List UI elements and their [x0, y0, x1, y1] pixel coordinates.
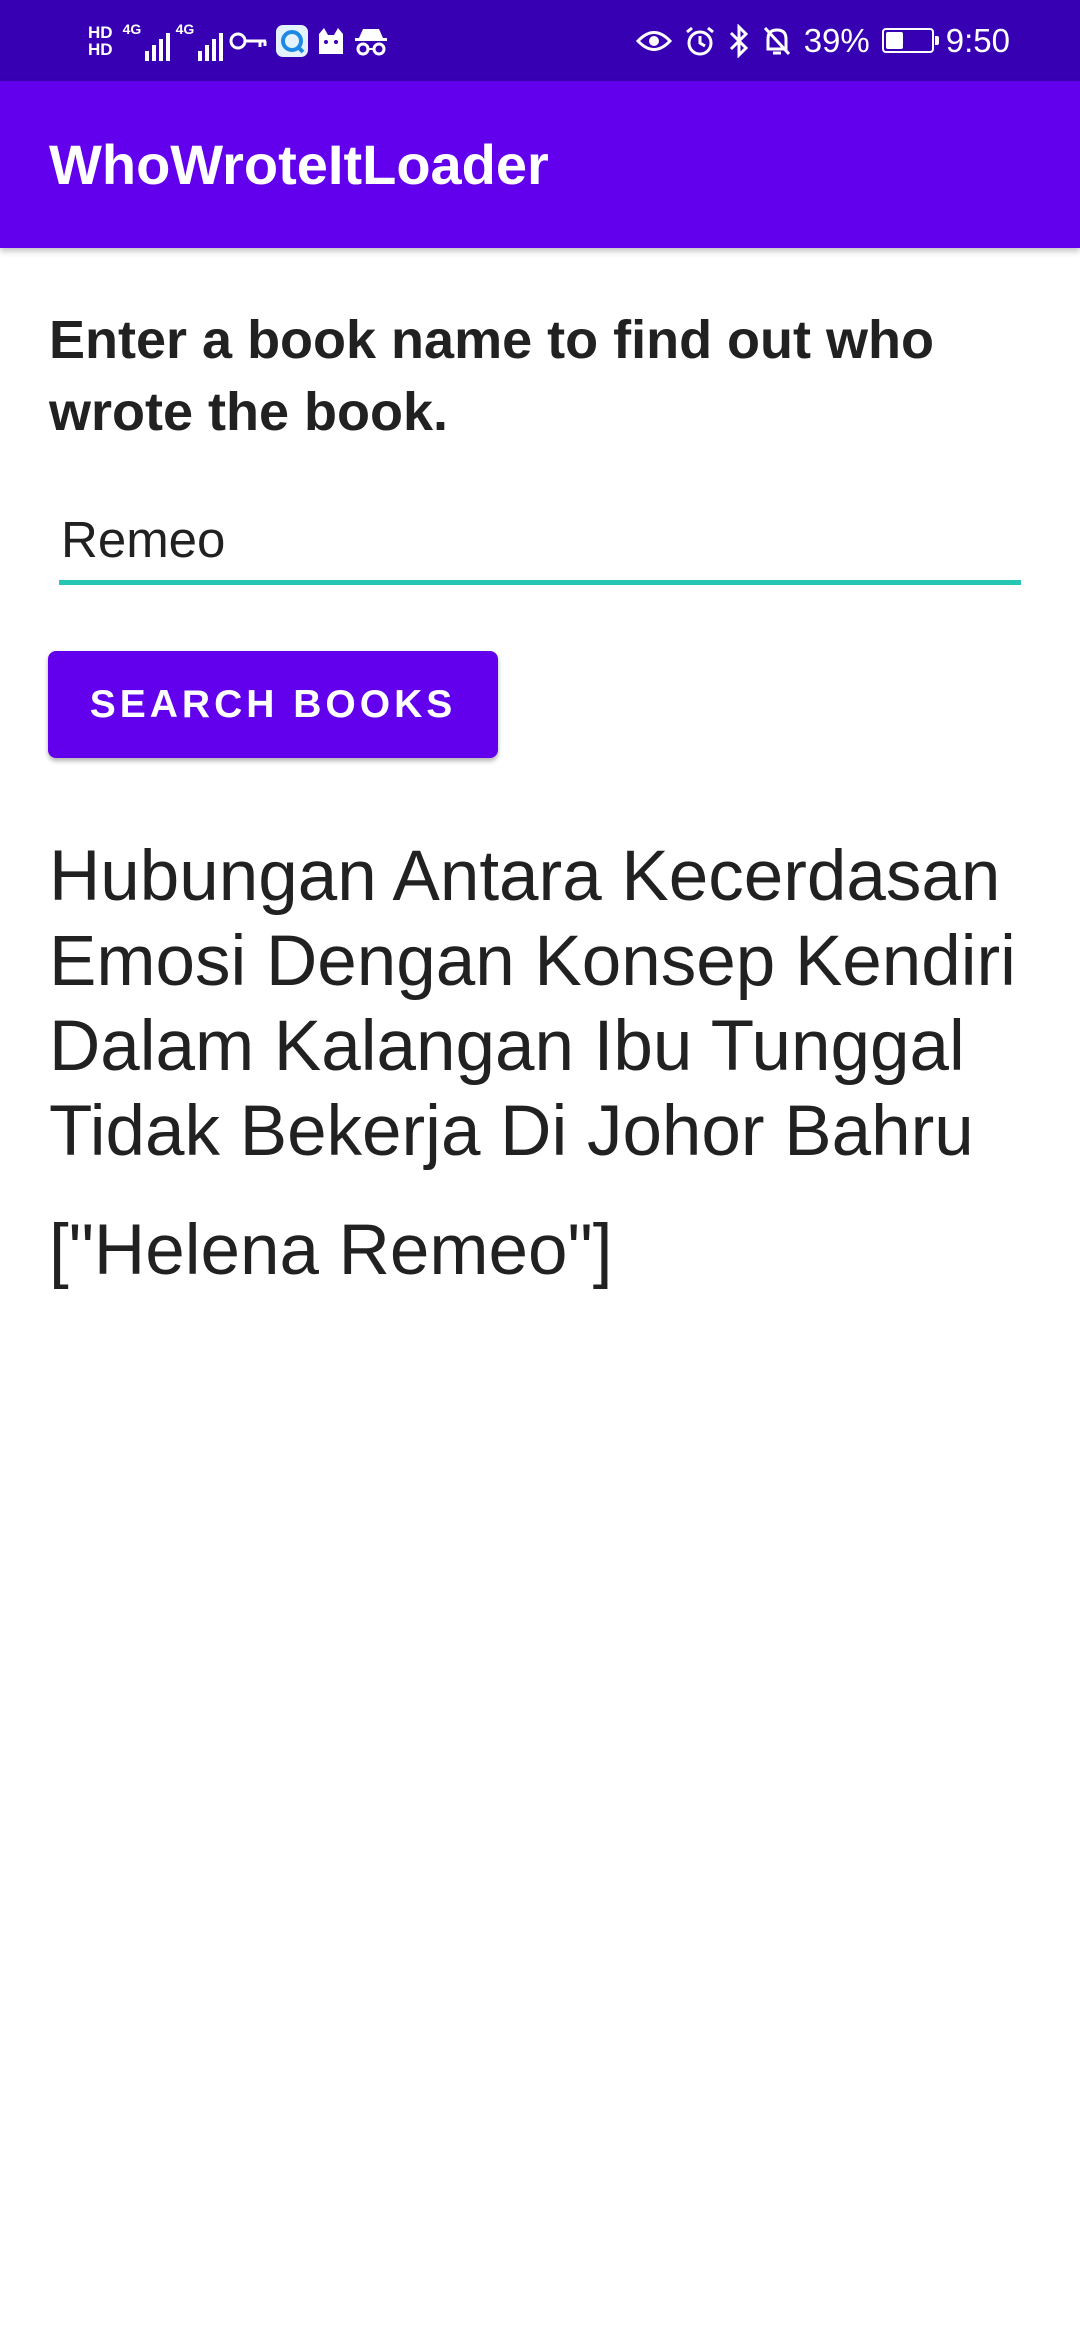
- clock-time: 9:50: [945, 21, 1010, 59]
- bell-off-icon: [762, 25, 792, 57]
- alarm-icon: [684, 25, 716, 57]
- hd-1-label: HD: [88, 22, 113, 42]
- app-bar: WhoWroteItLoader: [0, 81, 1080, 248]
- sim2-network-label: 4G: [175, 20, 195, 37]
- hd-icon: HD HD: [88, 24, 113, 58]
- instructions-text: Enter a book name to find out who wrote …: [49, 310, 934, 442]
- cat-icon: [315, 26, 347, 56]
- app-title: WhoWroteItLoader: [49, 133, 549, 196]
- battery-percent: 39%: [803, 21, 870, 59]
- hd-2-label: HD: [88, 39, 113, 59]
- eye-icon: [635, 28, 672, 54]
- search-books-button[interactable]: SEARCH BOOKS: [48, 651, 498, 758]
- bluetooth-icon: [728, 23, 750, 58]
- book-name-input[interactable]: [59, 505, 1021, 585]
- app-icon: [275, 24, 309, 58]
- key-icon: [229, 29, 269, 53]
- battery-charging-icon: ⚡: [881, 28, 939, 53]
- signal-icon: 4G: [176, 21, 223, 61]
- sim1-network-label: 4G: [122, 20, 142, 37]
- result-book-author: ["Helena Remeo"]: [49, 1211, 613, 1290]
- status-right-icons: 39% ⚡ 9:50: [635, 0, 1010, 81]
- incognito-icon: [353, 26, 389, 56]
- status-left-icons: HD HD 4G 4G: [88, 0, 389, 81]
- signal-icon: 4G: [123, 21, 170, 61]
- result-book-title: Hubungan Antara Kecerdasan Emosi Dengan …: [49, 837, 1016, 1171]
- status-bar: HD HD 4G 4G 39% ⚡ 9:50: [0, 0, 1080, 81]
